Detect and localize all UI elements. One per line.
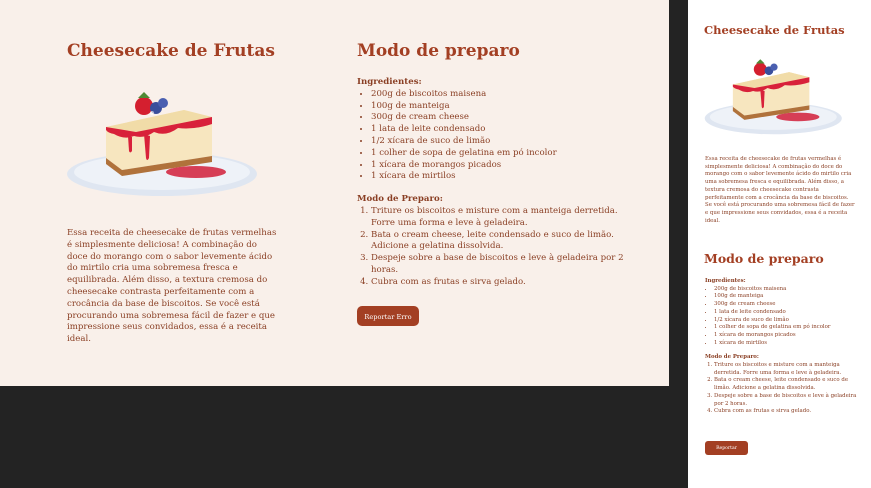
- ingredient-item: 300g de cream cheese: [371, 112, 627, 124]
- ingredient-item: 1 colher de sopa de gelatina em pó incol…: [371, 148, 627, 160]
- ingredient-item: 1 xícara de mirtilos: [714, 340, 860, 348]
- ingredient-item: 100g de manteiga: [714, 293, 860, 301]
- ingredient-item: 100g de manteiga: [371, 101, 627, 113]
- recipe-title: Cheesecake de Frutas: [67, 41, 275, 61]
- report-error-button[interactable]: Reportar Erro: [357, 306, 419, 326]
- mobile-preview: Cheesecake de Frutas Essa receita de che…: [688, 0, 871, 488]
- ingredient-item: 1 lata de leite condensado: [714, 309, 860, 317]
- step-item: Triture os biscoitos e misture com a man…: [714, 362, 860, 377]
- prep-content: Ingredientes: 200g de biscoitos maisena …: [705, 278, 860, 416]
- step-item: Bata o cream cheese, leite condensado e …: [714, 377, 860, 392]
- ingredient-item: 1 lata de leite condensado: [371, 124, 627, 136]
- report-error-button[interactable]: Reportar Erro: [705, 441, 748, 465]
- step-item: Despeje sobre a base de biscoitos e leve…: [371, 253, 627, 277]
- ingredients-label: Ingredientes:: [357, 77, 422, 87]
- step-item: Despeje sobre a base de biscoitos e leve…: [714, 393, 860, 408]
- steps-list: Triture os biscoitos e misture com a man…: [705, 362, 860, 416]
- step-item: Bata o cream cheese, leite condensado e …: [371, 230, 627, 254]
- prep-title: Modo de preparo: [704, 251, 824, 266]
- recipe-description: Essa receita de cheesecake de frutas ver…: [67, 228, 277, 345]
- cheesecake-image: [704, 59, 842, 135]
- prep-title: Modo de preparo: [357, 41, 520, 61]
- steps-list: Triture os biscoitos e misture com a man…: [357, 206, 627, 289]
- step-item: Cubra com as frutas e sirva gelado.: [371, 277, 627, 289]
- desktop-preview: Cheesecake de Frutas Essa receita de che…: [0, 0, 669, 386]
- recipe-title: Cheesecake de Frutas: [704, 23, 845, 37]
- ingredient-item: 1 colher de sopa de gelatina em pó incol…: [714, 324, 860, 332]
- step-item: Cubra com as frutas e sirva gelado.: [714, 408, 860, 416]
- prep-content: Ingredientes: 200g de biscoitos maisena …: [357, 77, 627, 289]
- steps-label: Modo de Preparo:: [357, 194, 443, 205]
- ingredients-list: 200g de biscoitos maisena 100g de mantei…: [705, 286, 860, 348]
- ingredients-list: 200g de biscoitos maisena 100g de mantei…: [357, 89, 627, 183]
- cheesecake-image: [67, 92, 257, 196]
- ingredient-item: 1 xícara de morangos picados: [371, 160, 627, 172]
- ingredients-label: Ingredientes:: [705, 278, 746, 284]
- ingredient-item: 1/2 xícara de suco de limão: [371, 136, 627, 148]
- ingredient-item: 200g de biscoitos maisena: [714, 286, 860, 294]
- recipe-description: Essa receita de cheesecake de frutas ver…: [705, 156, 855, 224]
- ingredient-item: 300g de cream cheese: [714, 301, 860, 309]
- ingredient-item: 1 xícara de mirtilos: [371, 171, 627, 183]
- steps-label: Modo de Preparo:: [705, 354, 759, 361]
- ingredient-item: 200g de biscoitos maisena: [371, 89, 627, 101]
- step-item: Triture os biscoitos e misture com a man…: [371, 206, 627, 230]
- ingredient-item: 1 xícara de morangos picados: [714, 332, 860, 340]
